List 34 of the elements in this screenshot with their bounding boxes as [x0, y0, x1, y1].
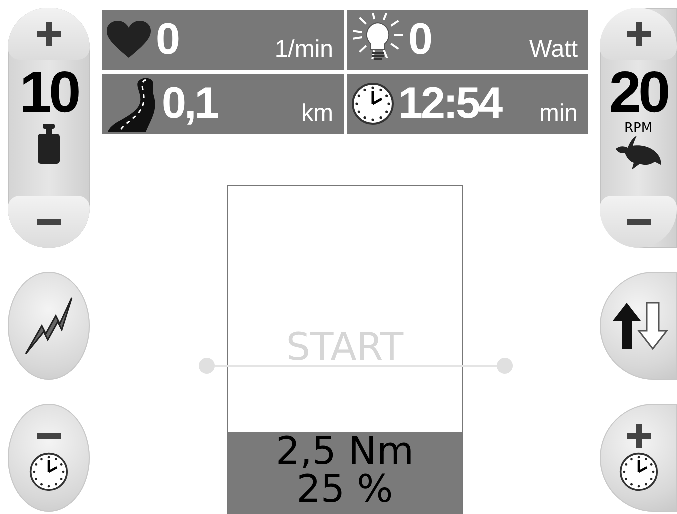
plus-icon [37, 22, 61, 46]
stat-unit: Watt [530, 38, 578, 65]
minus-icon [626, 219, 650, 225]
stat-value: 0 [156, 18, 178, 62]
weight-icon [36, 122, 62, 166]
weight-value: 10 [20, 64, 78, 122]
road-icon [106, 76, 158, 132]
decrease-button[interactable] [8, 196, 90, 248]
lightning-icon [24, 296, 74, 356]
slider-handle[interactable] [497, 358, 513, 374]
cadence-unit: RPM [624, 122, 653, 135]
minus-icon [37, 219, 61, 225]
torque-value: 2,5 Nm [276, 432, 414, 470]
stat-unit: min [539, 102, 578, 129]
stat-unit: 1/min [274, 38, 334, 65]
plus-icon [626, 424, 650, 448]
clock-icon [29, 452, 69, 492]
minus-icon [37, 433, 61, 439]
decrease-button[interactable] [600, 196, 677, 248]
increase-button[interactable] [600, 8, 677, 60]
stat-value: 0 [408, 18, 431, 62]
increase-time-button[interactable] [600, 404, 677, 512]
slider-handle[interactable] [199, 358, 215, 374]
stat-value: 0,1 [162, 82, 218, 126]
cadence-value: 20 [609, 64, 668, 122]
percent-value: 25 % [296, 470, 394, 508]
stat-unit: km [302, 102, 334, 129]
heart-icon [106, 20, 152, 60]
increase-button[interactable] [8, 8, 90, 60]
clock-icon [350, 82, 394, 126]
plus-icon [626, 22, 650, 46]
stat-value: 12:54 [398, 82, 502, 126]
up-down-button[interactable] [600, 272, 677, 380]
clock-icon [618, 452, 658, 492]
